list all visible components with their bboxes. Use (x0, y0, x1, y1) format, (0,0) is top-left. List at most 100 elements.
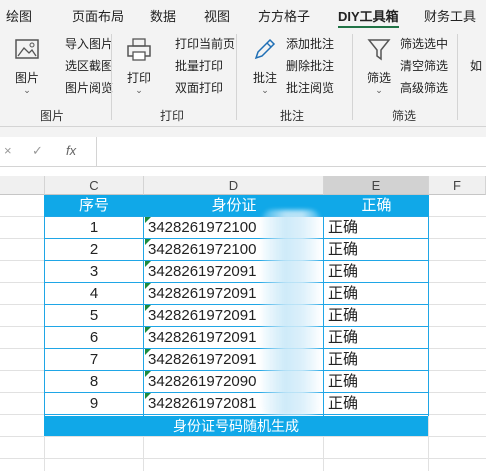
row-number-header (0, 176, 45, 195)
group-separator (111, 34, 112, 120)
error-indicator-icon (145, 327, 151, 333)
region-screenshot-button[interactable]: 选区截图 (50, 56, 113, 76)
filter-selected-button[interactable]: 筛选选中 (400, 34, 448, 54)
cut-off-button[interactable]: 如 (470, 56, 482, 76)
delete-comment-button[interactable]: 删除批注 (286, 56, 334, 76)
table-cell-no[interactable]: 2 (44, 239, 144, 261)
table-cell-status[interactable]: 正确 (328, 349, 428, 371)
error-indicator-icon (145, 283, 151, 289)
duplex-icon (160, 82, 172, 94)
table-footer[interactable]: 身份证号码随机生成 (44, 416, 428, 436)
picture-button[interactable]: 图片 ⌄ (10, 34, 44, 95)
table-border (44, 304, 429, 305)
table-border (44, 216, 45, 416)
column-header-d[interactable]: D (144, 176, 324, 195)
table-border (44, 326, 429, 327)
table-cell-status[interactable]: 正确 (328, 261, 428, 283)
tab-finance-tools[interactable]: 财务工具 (424, 6, 476, 25)
column-header-c[interactable]: C (45, 176, 144, 195)
table-cell-status[interactable]: 正确 (328, 327, 428, 349)
header-cell-status[interactable]: 正确 (324, 195, 429, 217)
formula-bar-gap (0, 127, 486, 137)
table-cell-no[interactable]: 4 (44, 283, 144, 305)
table-cell-status[interactable]: 正确 (328, 371, 428, 393)
chevron-down-icon: ⌄ (261, 85, 269, 95)
table-cell-status[interactable]: 正确 (328, 217, 428, 239)
table-border (44, 282, 429, 283)
duplex-print-label: 双面打印 (175, 81, 224, 95)
table-border (44, 392, 429, 393)
header-cell-no[interactable]: 序号 (44, 195, 144, 217)
picture-browse-button[interactable]: 图片阅览 (50, 78, 113, 98)
print-button[interactable]: 打印 ⌄ (122, 34, 156, 95)
print-label: 打印 (126, 71, 151, 85)
group-separator (236, 34, 237, 120)
comment-button[interactable]: 批注 ⌄ (248, 34, 282, 95)
table-cell-status[interactable]: 正确 (328, 239, 428, 261)
print-current-page-button[interactable]: 打印当前页 (160, 34, 235, 54)
table-cell-no[interactable]: 3 (44, 261, 144, 283)
table-border (44, 260, 429, 261)
group-label-filter: 筛选 (392, 109, 417, 123)
picture-label: 图片 (14, 71, 39, 85)
tab-diy-toolbox[interactable]: DIY工具箱 (338, 6, 399, 29)
batch-icon (160, 60, 172, 72)
filter-button[interactable]: 筛选 ⌄ (362, 34, 396, 95)
column-header-e[interactable]: E (324, 176, 429, 195)
group-label-comment: 批注 (280, 109, 305, 123)
table-cell-no[interactable]: 1 (44, 217, 144, 239)
add-comment-button[interactable]: 添加批注 (286, 34, 334, 54)
table-cell-no[interactable]: 5 (44, 305, 144, 327)
advanced-filter-label: 高级筛选 (400, 81, 449, 95)
tab-fangfang[interactable]: 方方格子 (258, 6, 310, 25)
table-cell-status[interactable]: 正确 (328, 305, 428, 327)
error-indicator-icon (145, 371, 151, 377)
advanced-filter-button[interactable]: 高级筛选 (400, 78, 448, 98)
clear-filter-label: 清空筛选 (400, 59, 449, 73)
browse-comment-label: 批注阅览 (286, 81, 335, 95)
browse-comment-button[interactable]: 批注阅览 (286, 78, 334, 98)
pen-icon (254, 38, 276, 60)
duplex-print-button[interactable]: 双面打印 (160, 78, 223, 98)
ribbon-panel: 图片 ⌄ 导入图片 选区截图 图片阅览 图片 打印 ⌄ 打印当前页 批量打印 双… (0, 28, 486, 127)
comment-label: 批注 (252, 71, 277, 85)
tab-draw[interactable]: 绘图 (6, 6, 32, 25)
table-cell-no[interactable]: 9 (44, 393, 144, 415)
chevron-down-icon: ⌄ (375, 85, 383, 95)
import-picture-button[interactable]: 导入图片 (50, 34, 113, 54)
clear-filter-button[interactable]: 清空筛选 (400, 56, 448, 76)
gridline (0, 436, 486, 437)
formula-controls: × ✓ fx (0, 137, 96, 167)
error-indicator-icon (145, 239, 151, 245)
table-cell-no[interactable]: 7 (44, 349, 144, 371)
batch-print-button[interactable]: 批量打印 (160, 56, 223, 76)
table-cell-status[interactable]: 正确 (328, 283, 428, 305)
table-border (44, 238, 429, 239)
ribbon-tab-bar: 绘图 页面布局 数据 视图 方方格子 DIY工具箱 财务工具 (0, 0, 486, 29)
tab-data[interactable]: 数据 (150, 6, 176, 25)
filter-selected-label: 筛选选中 (400, 37, 449, 51)
table-border (44, 370, 429, 371)
printer-icon (127, 38, 151, 61)
confirm-icon[interactable]: ✓ (32, 143, 43, 159)
error-indicator-icon (145, 349, 151, 355)
filter-label: 筛选 (366, 71, 391, 85)
picture-browse-label: 图片阅览 (65, 81, 114, 95)
tab-page-layout[interactable]: 页面布局 (72, 6, 124, 25)
cancel-icon[interactable]: × (4, 143, 12, 158)
formula-input[interactable] (96, 137, 486, 167)
add-comment-label: 添加批注 (286, 37, 335, 51)
funnel-icon (367, 39, 391, 61)
import-icon (50, 38, 62, 50)
page-icon (160, 38, 172, 50)
picture-icon (15, 39, 39, 59)
table-cell-no[interactable]: 8 (44, 371, 144, 393)
fx-icon[interactable]: fx (66, 143, 76, 158)
group-label-print: 打印 (160, 109, 185, 123)
column-header-f[interactable]: F (429, 176, 486, 195)
table-cell-status[interactable]: 正确 (328, 393, 428, 415)
browse-icon (50, 82, 62, 94)
table-cell-no[interactable]: 6 (44, 327, 144, 349)
tab-view[interactable]: 视图 (204, 6, 230, 25)
table-border (143, 216, 144, 416)
